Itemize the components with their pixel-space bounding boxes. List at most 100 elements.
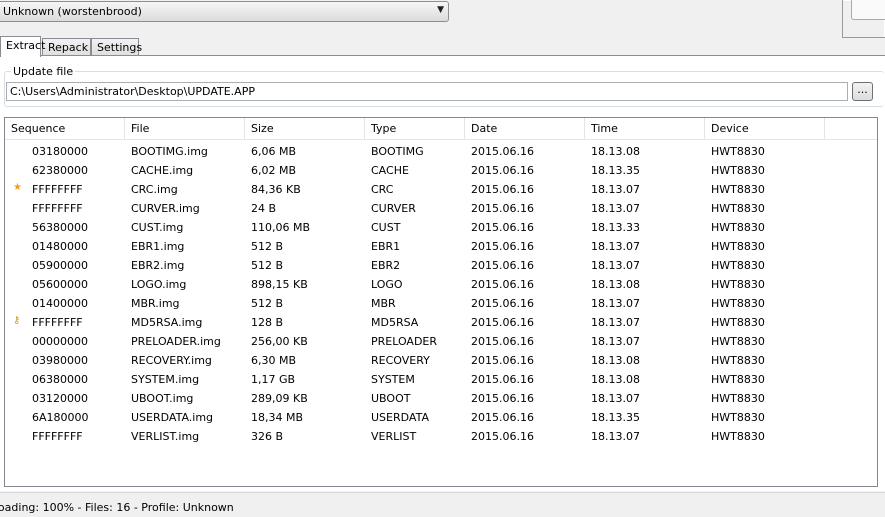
cell-file: SYSTEM.img: [131, 373, 200, 386]
table-row[interactable]: FFFFFFFF VERLIST.img 326 B VERLIST 2015.06.1…: [5, 427, 877, 446]
cell-time: 18.13.08: [591, 373, 640, 386]
cell-file: UBOOT.img: [131, 392, 194, 405]
cell-time: 18.13.08: [591, 145, 640, 158]
cell-sequence: 06380000: [32, 373, 88, 386]
table-row[interactable]: 05600000 LOGO.img 898,15 KB LOGO 2015.06.16 1…: [5, 275, 877, 294]
cell-type: VERLIST: [371, 430, 417, 443]
cell-date: 2015.06.16: [471, 354, 534, 367]
cell-size: 6,06 MB: [251, 145, 297, 158]
cell-date: 2015.06.16: [471, 316, 534, 329]
column-header-time[interactable]: Time: [585, 118, 705, 140]
column-header-type[interactable]: Type: [365, 118, 465, 140]
cell-device: HWT8830: [711, 335, 765, 348]
cell-type: CRC: [371, 183, 394, 196]
cell-sequence: 56380000: [32, 221, 88, 234]
table-row[interactable]: 56380000 CUST.img 110,06 MB CUST 2015.06.16 1…: [5, 218, 877, 237]
cell-file: EBR2.img: [131, 259, 185, 272]
cell-size: 289,09 KB: [251, 392, 308, 405]
cell-time: 18.13.35: [591, 164, 640, 177]
cell-size: 128 B: [251, 316, 284, 329]
cell-size: 1,17 GB: [251, 373, 296, 386]
cell-time: 18.13.07: [591, 259, 640, 272]
cell-device: HWT8830: [711, 259, 765, 272]
cell-size: 326 B: [251, 430, 284, 443]
table-row[interactable]: FFFFFFFF CURVER.img 24 B CURVER 2015.06.16 18…: [5, 199, 877, 218]
table-row[interactable]: 01480000 EBR1.img 512 B EBR1 2015.06.16 18.13…: [5, 237, 877, 256]
table-row[interactable]: 03980000 RECOVERY.img 6,30 MB RECOVERY 2015.…: [5, 351, 877, 370]
cell-date: 2015.06.16: [471, 202, 534, 215]
cell-type: PRELOADER: [371, 335, 438, 348]
cell-size: 6,30 MB: [251, 354, 297, 367]
cell-sequence: 03120000: [32, 392, 88, 405]
cell-time: 18.13.07: [591, 240, 640, 253]
star-icon: ★: [13, 182, 22, 193]
cell-device: HWT8830: [711, 164, 765, 177]
cell-file: PRELOADER.img: [131, 335, 221, 348]
cell-time: 18.13.35: [591, 411, 640, 424]
cell-file: CACHE.img: [131, 164, 194, 177]
table-row[interactable]: 01400000 MBR.img 512 B MBR 2015.06.16 18.13.0…: [5, 294, 877, 313]
cell-time: 18.13.07: [591, 335, 640, 348]
cell-type: LOGO: [371, 278, 403, 291]
cell-device: HWT8830: [711, 183, 765, 196]
column-header-device[interactable]: Device: [705, 118, 825, 140]
cell-device: HWT8830: [711, 221, 765, 234]
cell-device: HWT8830: [711, 278, 765, 291]
cell-sequence: 6A180000: [32, 411, 89, 424]
cell-time: 18.13.07: [591, 183, 640, 196]
cell-file: CUST.img: [131, 221, 184, 234]
table-row[interactable]: 00000000 PRELOADER.img 256,00 KB PRELOADER 2…: [5, 332, 877, 351]
status-bar: Loading: 100% - Files: 16 - Profile: Unk…: [0, 492, 885, 517]
cell-date: 2015.06.16: [471, 259, 534, 272]
cell-date: 2015.06.16: [471, 430, 534, 443]
cell-type: MBR: [371, 297, 396, 310]
table-row[interactable]: 05900000 EBR2.img 512 B EBR2 2015.06.16 18.13…: [5, 256, 877, 275]
cell-date: 2015.06.16: [471, 278, 534, 291]
chevron-down-icon[interactable]: ▼: [437, 5, 444, 15]
cell-device: HWT8830: [711, 430, 765, 443]
cell-time: 18.13.08: [591, 278, 640, 291]
cell-time: 18.13.07: [591, 316, 640, 329]
cell-file: BOOTIMG.img: [131, 145, 208, 158]
cell-type: EBR2: [371, 259, 401, 272]
file-list[interactable]: Sequence File Size Type Date Time Device…: [4, 117, 878, 487]
profile-dropdown[interactable]: Unknown (worstenbrood) ▼: [0, 1, 449, 22]
table-row[interactable]: 03180000 BOOTIMG.img 6,06 MB BOOTIMG 2015.06…: [5, 142, 877, 161]
cell-device: HWT8830: [711, 145, 765, 158]
cell-date: 2015.06.16: [471, 392, 534, 405]
cell-type: CURVER: [371, 202, 416, 215]
tab-settings[interactable]: Settings: [91, 38, 142, 56]
cell-date: 2015.06.16: [471, 240, 534, 253]
cell-type: SYSTEM: [371, 373, 415, 386]
cell-date: 2015.06.16: [471, 221, 534, 234]
table-row[interactable]: 03120000 UBOOT.img 289,09 KB UBOOT 2015.06.1…: [5, 389, 877, 408]
column-header-sequence[interactable]: Sequence: [5, 118, 125, 140]
cell-type: EBR1: [371, 240, 401, 253]
column-header-size[interactable]: Size: [245, 118, 365, 140]
cell-file: MD5RSA.img: [131, 316, 203, 329]
side-panel: [842, 0, 885, 38]
update-file-path-input[interactable]: C:\Users\Administrator\Desktop\UPDATE.AP…: [6, 82, 848, 101]
cell-time: 18.13.08: [591, 354, 640, 367]
cell-size: 256,00 KB: [251, 335, 308, 348]
table-row[interactable]: 06380000 SYSTEM.img 1,17 GB SYSTEM 2015.06.1…: [5, 370, 877, 389]
cell-time: 18.13.07: [591, 430, 640, 443]
table-row[interactable]: ⚷ FFFFFFFF MD5RSA.img 128 B MD5RSA 2015.06.16…: [5, 313, 877, 332]
tab-repack[interactable]: Repack: [42, 38, 91, 56]
table-row[interactable]: ★ FFFFFFFF CRC.img 84,36 KB CRC 2015.06.16 18.…: [5, 180, 877, 199]
cell-date: 2015.06.16: [471, 164, 534, 177]
cell-size: 110,06 MB: [251, 221, 311, 234]
tab-extract[interactable]: Extract: [0, 36, 45, 57]
cell-sequence: FFFFFFFF: [32, 202, 83, 215]
cell-sequence: 01480000: [32, 240, 88, 253]
table-row[interactable]: 62380000 CACHE.img 6,02 MB CACHE 2015.06.16 1…: [5, 161, 877, 180]
browse-button[interactable]: ...: [852, 82, 873, 101]
cell-type: USERDATA: [371, 411, 429, 424]
cell-sequence: FFFFFFFF: [32, 183, 83, 196]
column-header-date[interactable]: Date: [465, 118, 585, 140]
column-header-file[interactable]: File: [125, 118, 245, 140]
cell-size: 512 B: [251, 240, 284, 253]
cell-time: 18.13.07: [591, 392, 640, 405]
table-row[interactable]: 6A180000 USERDATA.img 18,34 MB USERDATA 2015…: [5, 408, 877, 427]
cell-file: RECOVERY.img: [131, 354, 212, 367]
